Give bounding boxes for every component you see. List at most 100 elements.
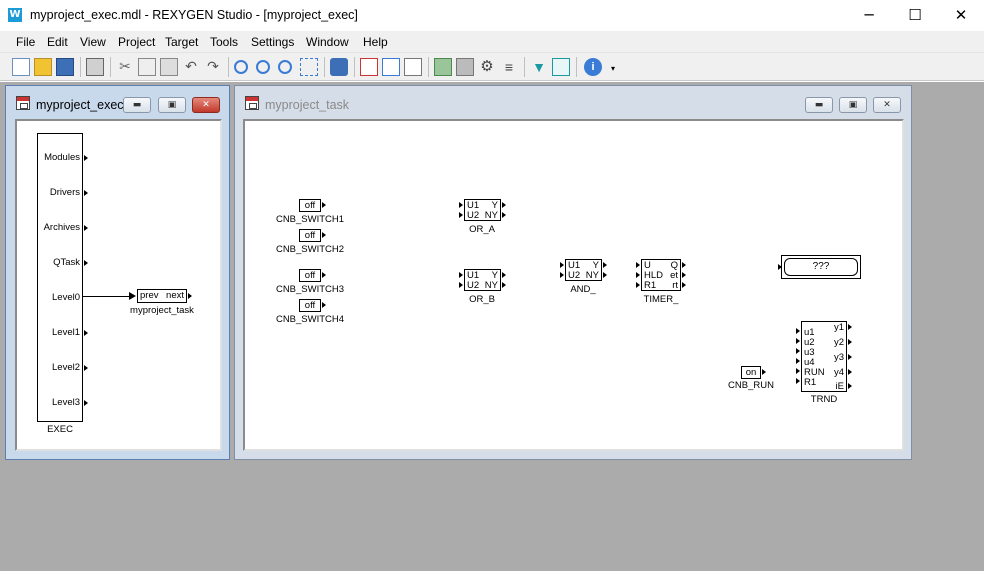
settings-gear-icon[interactable]: ⚙ [478,58,496,76]
port-level2: Level2 [52,362,80,373]
block-output-label: y2 [833,337,844,348]
port-arrow [796,328,800,334]
mdl-file-icon [245,96,259,110]
menu-window[interactable]: Window [306,35,349,49]
block-output-label: y3 [833,352,844,363]
port-arrow [848,324,852,330]
copy-icon[interactable] [138,58,156,76]
maximize-button[interactable]: ☐ [892,0,938,30]
or-block[interactable]: U1 U2 Y NY [464,269,501,291]
exec-window[interactable]: myproject_exec ▬ ▣ ✕ Modules Drivers Arc… [5,85,230,460]
menu-help[interactable]: Help [363,35,388,49]
menu-bar: File Edit View Project Target Tools Sett… [0,31,984,53]
port-arrow [459,272,463,278]
task-window-titlebar[interactable]: myproject_task ▬ ▣ ✕ [235,86,911,114]
and-block[interactable]: U1 U2 Y NY [565,259,602,281]
port-arrow [636,272,640,278]
trend-block[interactable]: u1 u2 u3 u4 RUN R1 y1 y2 y3 y4 iE [801,321,847,392]
port-arrow [459,202,463,208]
port-arrow [84,225,88,231]
switch-label: CNB_SWITCH4 [275,314,345,325]
dropdown-arrow-icon[interactable]: ▾ [604,58,622,76]
menu-tools[interactable]: Tools [210,35,238,49]
toolbar-separator [324,57,325,77]
save-icon[interactable] [56,58,74,76]
port-arrow [502,272,506,278]
export-icon[interactable] [360,58,378,76]
task-restore-button[interactable]: ▣ [839,97,867,113]
zoom-in-icon[interactable] [234,60,248,74]
close-button[interactable]: ✕ [938,0,984,30]
port-arrow [322,272,326,278]
port-level3: Level3 [52,397,80,408]
port-arrow [796,338,800,344]
port-arrow [84,400,88,406]
port-arrow [603,262,607,268]
port-arrow [502,212,506,218]
port-qtask: QTask [53,257,80,268]
menu-view[interactable]: View [80,35,106,49]
open-folder-icon[interactable] [34,58,52,76]
block-output-label: NY [484,210,498,221]
menu-file[interactable]: File [16,35,35,49]
switch-block[interactable]: off [299,269,321,282]
block-input-label: U2 [568,270,581,281]
port-arrow [84,190,88,196]
switch-block[interactable]: off [299,299,321,312]
task-block[interactable]: prev next [137,289,187,303]
select-all-icon[interactable] [300,58,318,76]
info-icon[interactable]: i [584,58,602,76]
zoom-out-icon[interactable] [256,60,270,74]
exec-canvas[interactable]: Modules Drivers Archives QTask Level0 Le… [15,119,222,451]
port-modules: Modules [44,152,80,163]
zoom-fit-icon[interactable] [278,60,292,74]
menu-settings[interactable]: Settings [251,35,294,49]
port-arrow [796,368,800,374]
minimize-button[interactable]: ─ [846,0,892,30]
disconnect-icon[interactable] [456,58,474,76]
menu-target[interactable]: Target [165,35,198,49]
block-input-label: U2 [467,280,480,291]
switch-block[interactable]: off [299,229,321,242]
or-block[interactable]: U1 U2 Y NY [464,199,501,221]
list-icon[interactable]: ≡ [500,58,518,76]
port-arrow [84,365,88,371]
menu-project[interactable]: Project [118,35,155,49]
new-file-icon[interactable] [12,58,30,76]
exec-minimize-button[interactable]: ▬ [123,97,151,113]
menu-edit[interactable]: Edit [47,35,68,49]
mdi-workspace: myproject_exec ▬ ▣ ✕ Modules Drivers Arc… [0,82,984,571]
switch-block[interactable]: off [299,199,321,212]
block-input-label: R1 [804,377,817,388]
redo-icon[interactable]: ↷ [204,58,222,76]
cut-icon[interactable]: ✂ [116,58,134,76]
task-window[interactable]: myproject_task ▬ ▣ ✕ off CNB_SWITCH1 off… [234,85,912,460]
display-block[interactable]: ??? [781,255,861,279]
task-close-button[interactable]: ✕ [873,97,901,113]
undo-icon[interactable]: ↶ [182,58,200,76]
trend-icon[interactable] [552,58,570,76]
exec-block[interactable] [37,133,83,422]
preview-icon[interactable] [404,58,422,76]
download-icon[interactable] [382,58,400,76]
toolbar-separator [524,57,525,77]
port-arrow [636,262,640,268]
task-canvas[interactable]: off CNB_SWITCH1 off CNB_SWITCH2 off CNB_… [243,119,904,451]
block-input-label: R1 [644,280,657,291]
exec-restore-button[interactable]: ▣ [158,97,186,113]
port-arrow [84,260,88,266]
connection-line [83,296,132,297]
port-arrow [322,232,326,238]
run-switch-block[interactable]: on [741,366,761,379]
paste-icon[interactable] [160,58,178,76]
port-arrow [188,293,192,299]
exec-close-button[interactable]: ✕ [192,97,220,113]
task-minimize-button[interactable]: ▬ [805,97,833,113]
connect-icon[interactable] [434,58,452,76]
print-icon[interactable] [86,58,104,76]
port-arrow [796,358,800,364]
watch-icon[interactable]: ▼ [530,58,548,76]
timer-block[interactable]: U HLD R1 Q et rt [641,259,681,291]
exec-window-titlebar[interactable]: myproject_exec ▬ ▣ ✕ [6,86,229,114]
compile-icon[interactable] [330,58,348,76]
